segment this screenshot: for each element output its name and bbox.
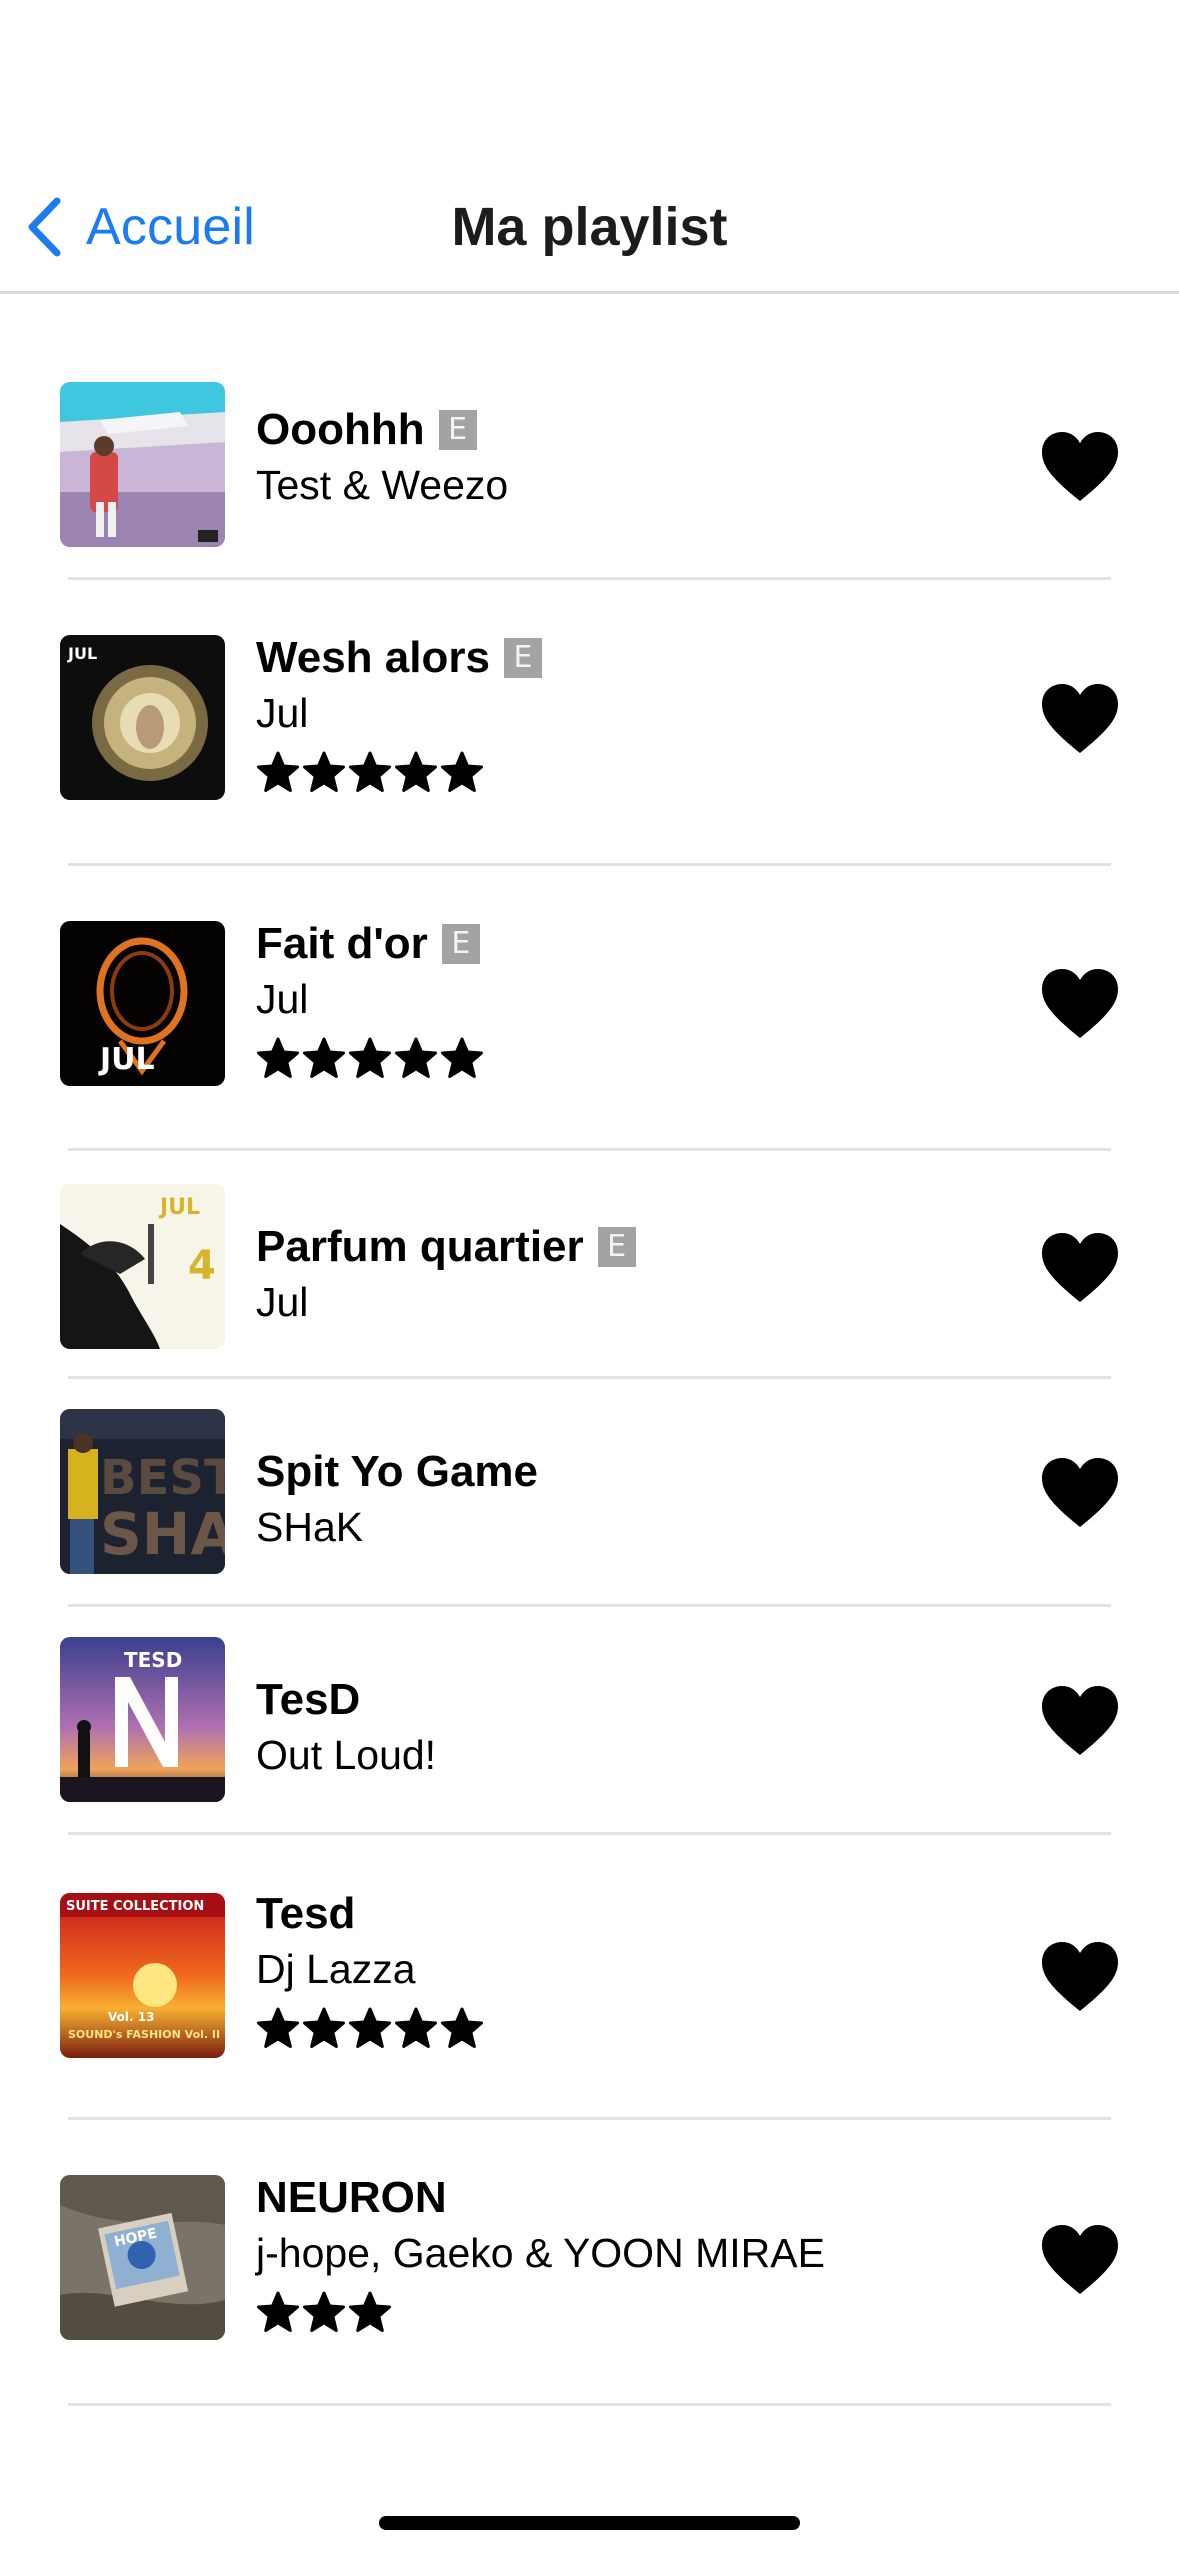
track-row[interactable]: JUL Wesh alors E Jul: [0, 580, 1179, 866]
heart-icon[interactable]: [1040, 683, 1120, 755]
heart-icon[interactable]: [1040, 968, 1120, 1040]
track-row[interactable]: SUITE COLLECTION Vol. 13 SOUND's FASHION…: [0, 1835, 1179, 2120]
album-artwork: JUL: [60, 635, 225, 800]
svg-text:JUL: JUL: [67, 644, 97, 663]
track-artist: Jul: [256, 1279, 309, 1325]
star-rating: [256, 751, 542, 795]
track-artist: Dj Lazza: [256, 1946, 416, 1992]
page-title: Ma playlist: [451, 197, 728, 257]
svg-text:JUL: JUL: [158, 1195, 200, 1220]
album-artwork: JUL 4: [60, 1184, 225, 1349]
album-artwork: BEST SHAK: [60, 1409, 225, 1574]
svg-text:SUITE COLLECTION: SUITE COLLECTION: [66, 1899, 204, 1914]
track-info: NEURON j-hope, Gaeko & YOON MIRAE: [256, 2169, 825, 2335]
track-info: Tesd Dj Lazza: [256, 1885, 486, 2051]
svg-text:Vol. 13: Vol. 13: [108, 2010, 154, 2024]
track-info: TesD Out Loud!: [256, 1671, 436, 1781]
track-title: Tesd: [256, 1889, 356, 1938]
heart-icon[interactable]: [1040, 431, 1120, 503]
explicit-badge: E: [503, 638, 542, 678]
star-rating: [256, 2291, 825, 2335]
track-info: Wesh alors E Jul: [256, 629, 542, 795]
explicit-badge: E: [438, 410, 477, 450]
track-title: NEURON: [256, 2173, 447, 2222]
star-icon: [303, 2007, 345, 2048]
star-icon: [349, 1037, 391, 1078]
home-indicator[interactable]: [379, 2516, 800, 2530]
track-title: Parfum quartier: [256, 1222, 584, 1271]
track-artist: Jul: [256, 690, 309, 736]
star-icon: [257, 2291, 299, 2332]
track-artist: SHaK: [256, 1504, 364, 1550]
track-artist: Out Loud!: [256, 1732, 437, 1778]
heart-icon[interactable]: [1040, 1685, 1120, 1757]
star-icon: [441, 1037, 483, 1078]
star-icon: [441, 2007, 483, 2048]
star-icon: [257, 2007, 299, 2048]
album-artwork: SUITE COLLECTION Vol. 13 SOUND's FASHION…: [60, 1893, 225, 2058]
album-artwork: [60, 382, 225, 547]
track-row[interactable]: TESD TesD Out Loud!: [0, 1607, 1179, 1835]
star-icon: [303, 1037, 345, 1078]
star-icon: [349, 2291, 391, 2332]
star-icon: [395, 751, 437, 792]
star-icon: [349, 2007, 391, 2048]
heart-icon[interactable]: [1040, 1232, 1120, 1304]
album-artwork: JUL: [60, 921, 225, 1086]
track-artist: Test & Weezo: [256, 462, 509, 508]
star-icon: [395, 2007, 437, 2048]
star-icon: [257, 751, 299, 792]
svg-text:SOUND's FASHION Vol. II: SOUND's FASHION Vol. II: [68, 2028, 220, 2041]
star-icon: [349, 751, 391, 792]
track-title: Wesh alors: [256, 633, 490, 682]
track-row[interactable]: JUL 4 Parfum quartier E Jul: [0, 1151, 1179, 1379]
track-info: Spit Yo Game SHaK: [256, 1443, 538, 1553]
svg-text:TESD: TESD: [124, 1648, 182, 1672]
explicit-badge: E: [597, 1227, 636, 1267]
star-icon: [303, 2291, 345, 2332]
svg-text:SHAK: SHAK: [100, 1500, 225, 1568]
track-row[interactable]: Ooohhh E Test & Weezo: [0, 294, 1179, 580]
track-row[interactable]: HOPE NEURON j-hope, Gaeko & YOON MIRAE: [0, 2120, 1179, 2406]
track-info: Parfum quartier E Jul: [256, 1218, 636, 1328]
heart-icon[interactable]: [1040, 1457, 1120, 1529]
star-icon: [303, 751, 345, 792]
track-info: Fait d'or E Jul: [256, 915, 486, 1081]
heart-icon[interactable]: [1040, 1941, 1120, 2013]
navigation-bar: Accueil Ma playlist: [0, 0, 1179, 294]
svg-text:4: 4: [188, 1243, 216, 1289]
svg-text:JUL: JUL: [98, 1042, 155, 1077]
star-rating: [256, 1037, 486, 1081]
track-row[interactable]: BEST SHAK Spit Yo Game SHaK: [0, 1379, 1179, 1607]
star-icon: [441, 751, 483, 792]
track-row[interactable]: JUL Fait d'or E Jul: [0, 866, 1179, 1151]
track-title: Spit Yo Game: [256, 1447, 539, 1496]
track-title: Fait d'or: [256, 919, 428, 968]
track-artist: j-hope, Gaeko & YOON MIRAE: [256, 2230, 825, 2276]
track-info: Ooohhh E Test & Weezo: [256, 401, 508, 511]
explicit-badge: E: [441, 924, 480, 964]
star-icon: [395, 1037, 437, 1078]
track-title: Ooohhh: [256, 405, 425, 454]
track-title: TesD: [256, 1675, 361, 1724]
star-rating: [256, 2007, 486, 2051]
track-artist: Jul: [256, 976, 309, 1022]
row-divider: [68, 2403, 1111, 2406]
svg-text:BEST: BEST: [100, 1450, 225, 1506]
star-icon: [257, 1037, 299, 1078]
album-artwork: TESD: [60, 1637, 225, 1802]
heart-icon[interactable]: [1040, 2224, 1120, 2296]
album-artwork: HOPE: [60, 2175, 225, 2340]
